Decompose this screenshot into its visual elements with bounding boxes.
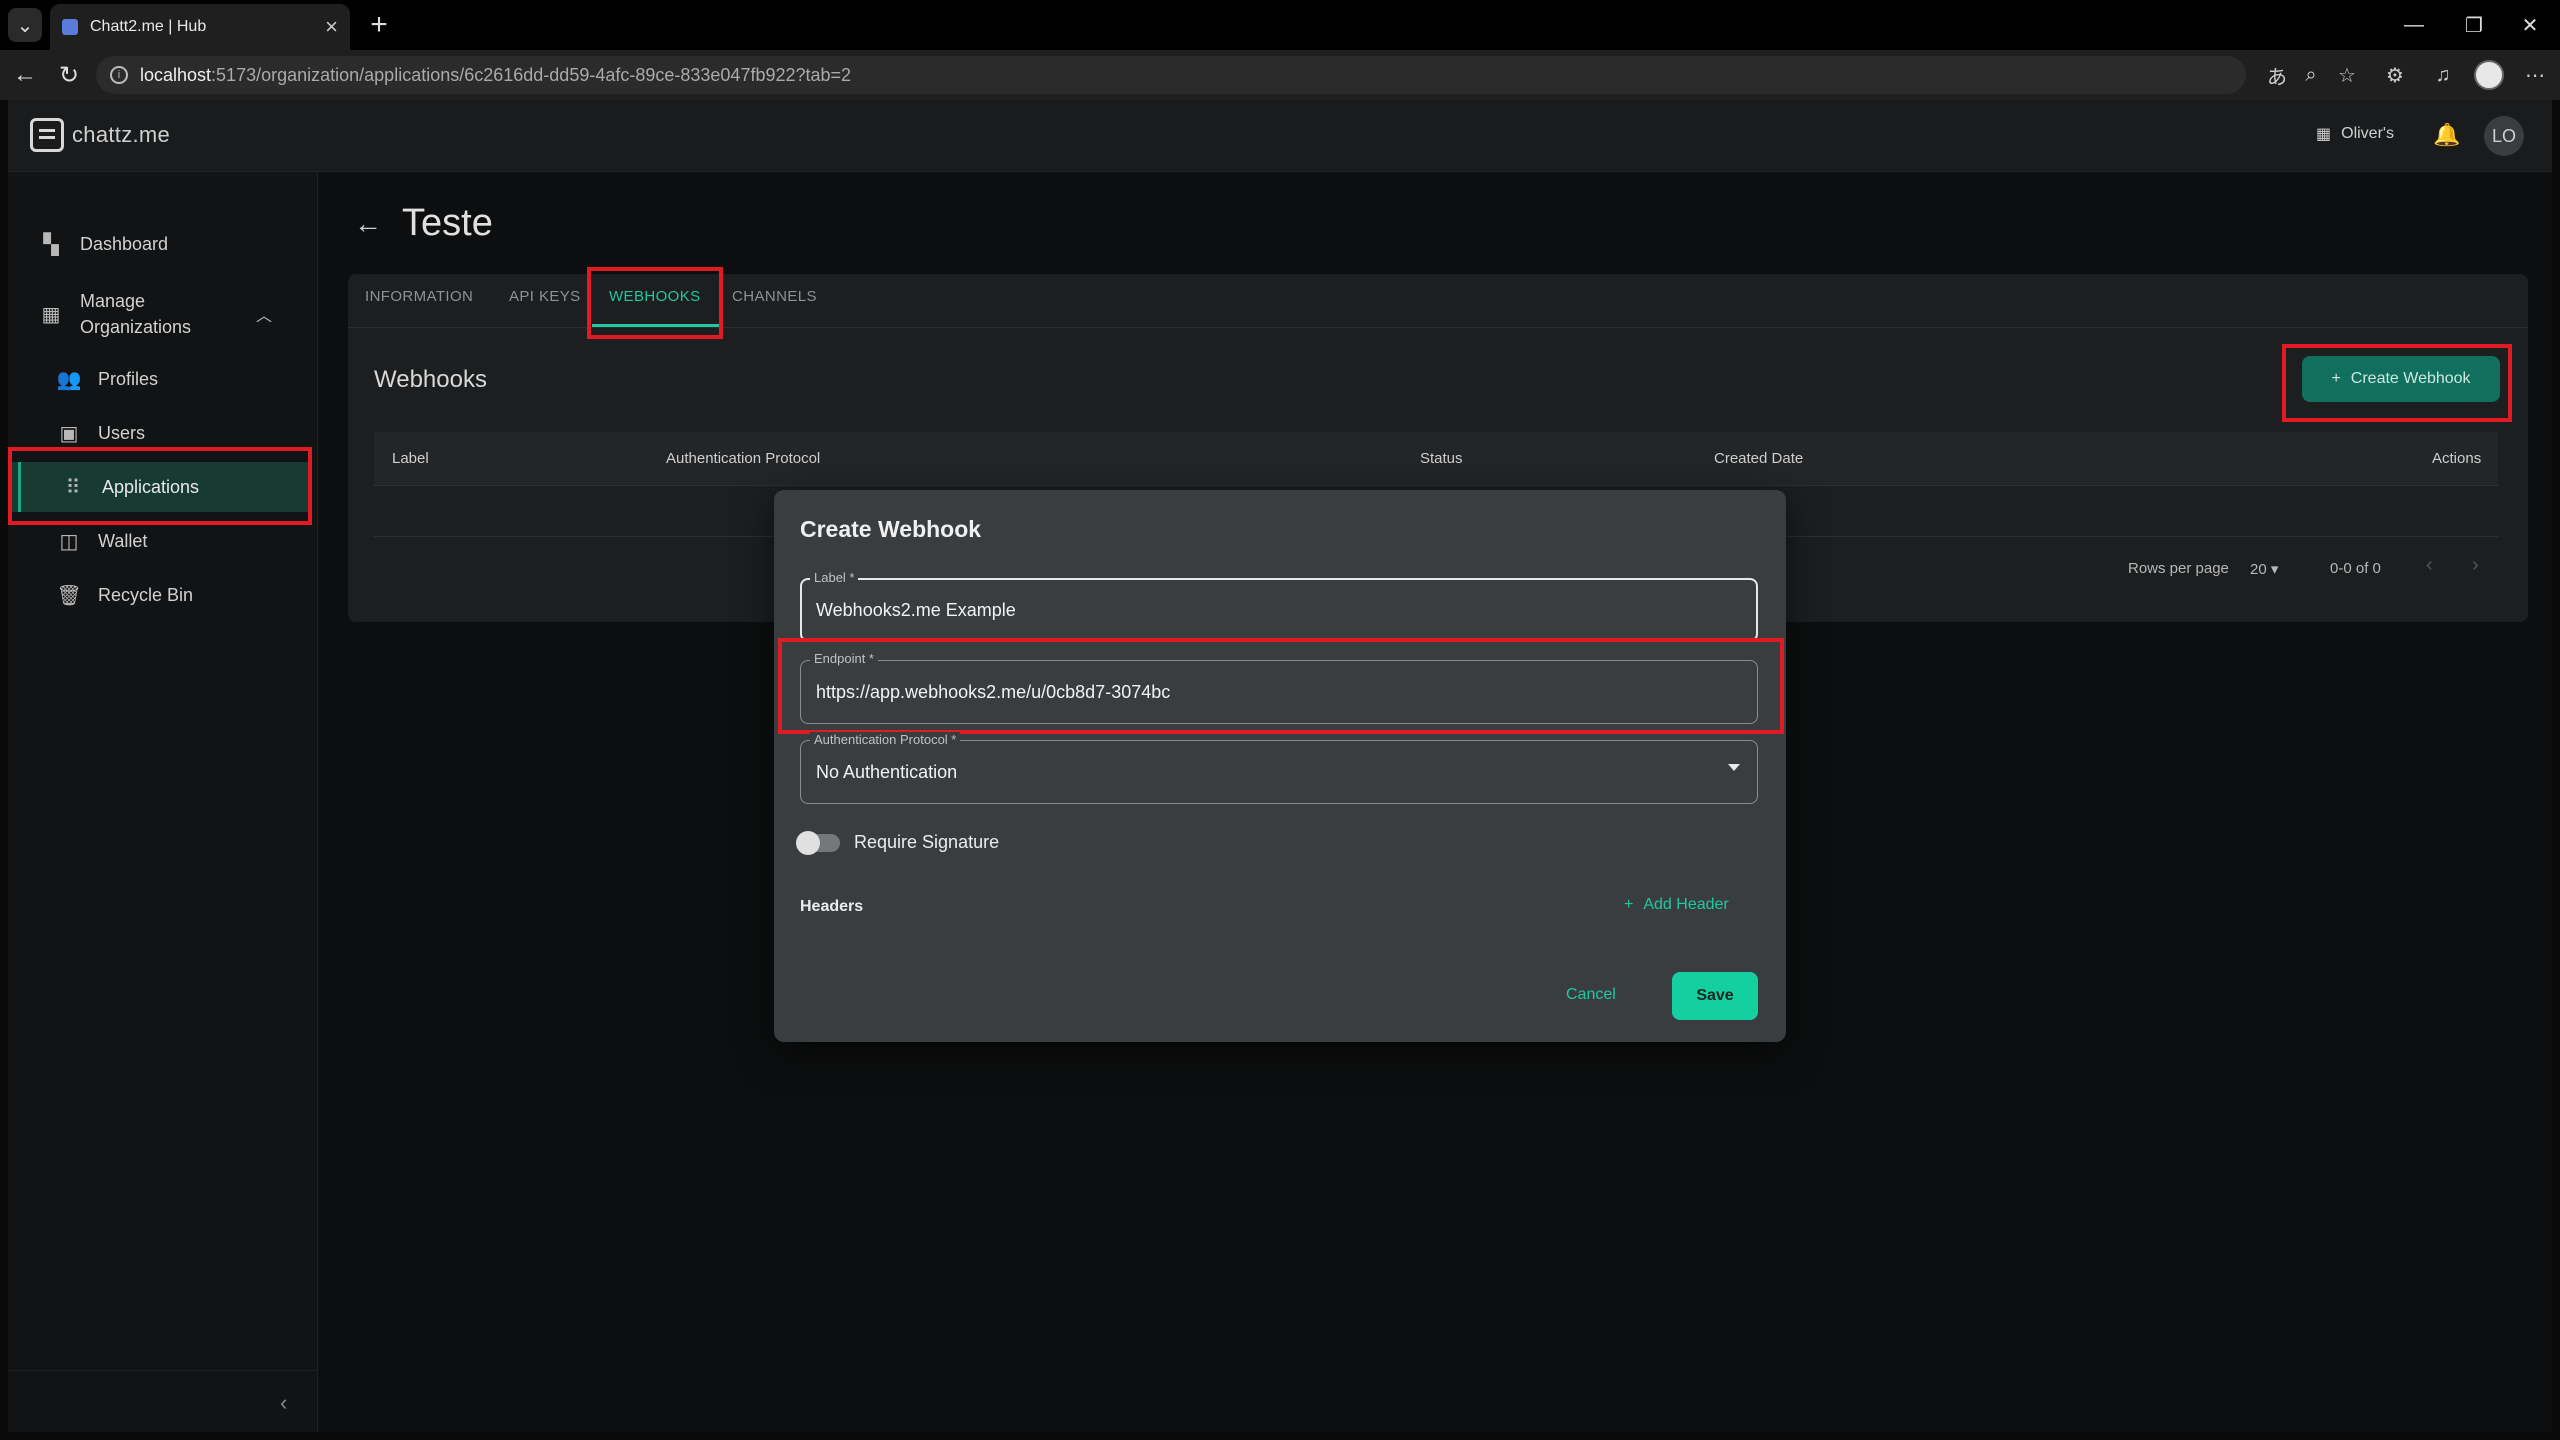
browser-tab[interactable]: Chatt2.me | Hub × [50,4,350,50]
back-icon[interactable]: ← [8,58,42,92]
sidebar-item-label: Recycle Bin [98,584,194,605]
previous-page-icon[interactable]: ‹ [2426,554,2433,577]
dropdown-caret-icon [1728,764,1740,771]
address-bar[interactable]: i localhost:5173/organization/applicatio… [96,56,2246,94]
site-info-icon[interactable]: i [110,66,128,84]
organization-name: Oliver's [2341,125,2394,142]
tab-information[interactable]: INFORMATION [365,288,473,305]
sidebar-item-recycle-bin[interactable]: 🗑 Recycle Bin [8,570,310,620]
highlight-endpoint [778,638,1784,734]
cancel-button[interactable]: Cancel [1566,986,1616,1004]
add-header-label: Add Header [1643,896,1729,913]
dialog-title: Create Webhook [800,516,982,542]
page-title: Teste [402,202,493,244]
favicon-icon [62,19,78,35]
building-icon: ▦ [2316,126,2332,143]
browser-tab-title: Chatt2.me | Hub [90,18,207,35]
app-header [8,100,2552,172]
logo-icon [30,118,64,152]
close-window-button[interactable]: ✕ [2500,0,2560,50]
tab-list-button[interactable]: ⌄ [8,8,42,42]
label-input-label: Label * [810,570,859,585]
sidebar-divider [8,1370,318,1371]
column-header-created-date[interactable]: Created Date [1714,450,1803,467]
people-icon: 👥 [56,368,82,391]
user-badge-icon: ▣ [59,422,79,445]
sidebar-item-wallet[interactable]: ◫ Wallet [8,516,310,566]
toggle-knob [796,831,820,855]
section-title: Webhooks [374,366,487,393]
tab-channels[interactable]: CHANNELS [732,288,817,305]
logo-text: chattz.me [72,122,171,147]
minimize-button[interactable]: — [2384,0,2444,50]
column-header-actions: Actions [2432,450,2482,467]
sidebar-item-label: Users [98,422,146,443]
tab-api-keys[interactable]: API KEYS [509,288,581,305]
sidebar-item-label: Manage Organizations [80,291,192,337]
address-url: localhost:5173/organization/applications… [140,64,852,85]
column-header-status[interactable]: Status [1420,450,1463,467]
headers-label: Headers [800,898,864,915]
new-tab-button[interactable]: + [362,8,396,42]
label-input-value: Webhooks2.me Example [816,600,1016,620]
building-icon: ▦ [41,303,61,326]
collapse-sidebar-icon[interactable]: ‹ [280,1390,287,1416]
sidebar-item-label: Profiles [98,368,159,389]
back-arrow-icon[interactable]: ← [354,208,382,240]
more-menu-icon[interactable]: ⋯ [2522,62,2548,88]
dashboard-icon: ▚ [43,233,59,256]
zoom-icon[interactable]: ⌕ [2298,62,2324,88]
pagination-range: 0-0 of 0 [2330,560,2381,577]
highlight-webhooks-tab [587,267,723,339]
reload-icon[interactable]: ↻ [52,58,86,92]
require-signature-label: Require Signature [854,832,1000,852]
save-button[interactable]: Save [1672,972,1758,1020]
column-header-auth-protocol[interactable]: Authentication Protocol [666,450,820,467]
translate-icon[interactable]: あ [2264,62,2290,89]
notifications-bell-icon[interactable]: 🔔 [2433,122,2460,148]
highlight-create-webhook [2282,344,2512,422]
sidebar-item-dashboard[interactable]: ▚ Dashboard [8,219,310,269]
chevron-up-icon[interactable]: ︿ [256,302,272,326]
rows-per-page-select[interactable]: 20 ▾ [2250,560,2278,578]
browser-profile-icon[interactable] [2474,60,2504,90]
sidebar-item-profiles[interactable]: 👥 Profiles [8,354,310,404]
close-tab-icon[interactable]: × [325,14,338,40]
next-page-icon[interactable]: › [2472,554,2479,577]
highlight-applications [8,447,312,525]
trash-icon: 🗑 [56,584,82,607]
bookmark-star-icon[interactable]: ☆ [2334,62,2360,88]
add-header-button[interactable]: + Add Header [1624,896,1729,914]
restore-button[interactable]: ❐ [2444,0,2504,50]
wallet-icon: ◫ [59,530,79,553]
user-avatar[interactable]: LO [2484,116,2524,156]
column-header-label[interactable]: Label [392,450,429,467]
collections-icon[interactable]: ♫ [2430,62,2456,88]
rows-per-page-label: Rows per page [2128,560,2229,577]
app-logo[interactable]: chattz.me [30,118,170,152]
organization-switcher[interactable]: ▦ Oliver's [2316,124,2394,144]
extensions-icon[interactable]: ⚙ [2382,62,2408,88]
sidebar-item-label: Dashboard [80,233,169,254]
auth-protocol-label: Authentication Protocol * [810,732,961,747]
auth-protocol-value: No Authentication [816,762,958,782]
sidebar-item-label: Wallet [98,530,148,551]
plus-icon: + [1624,896,1634,913]
